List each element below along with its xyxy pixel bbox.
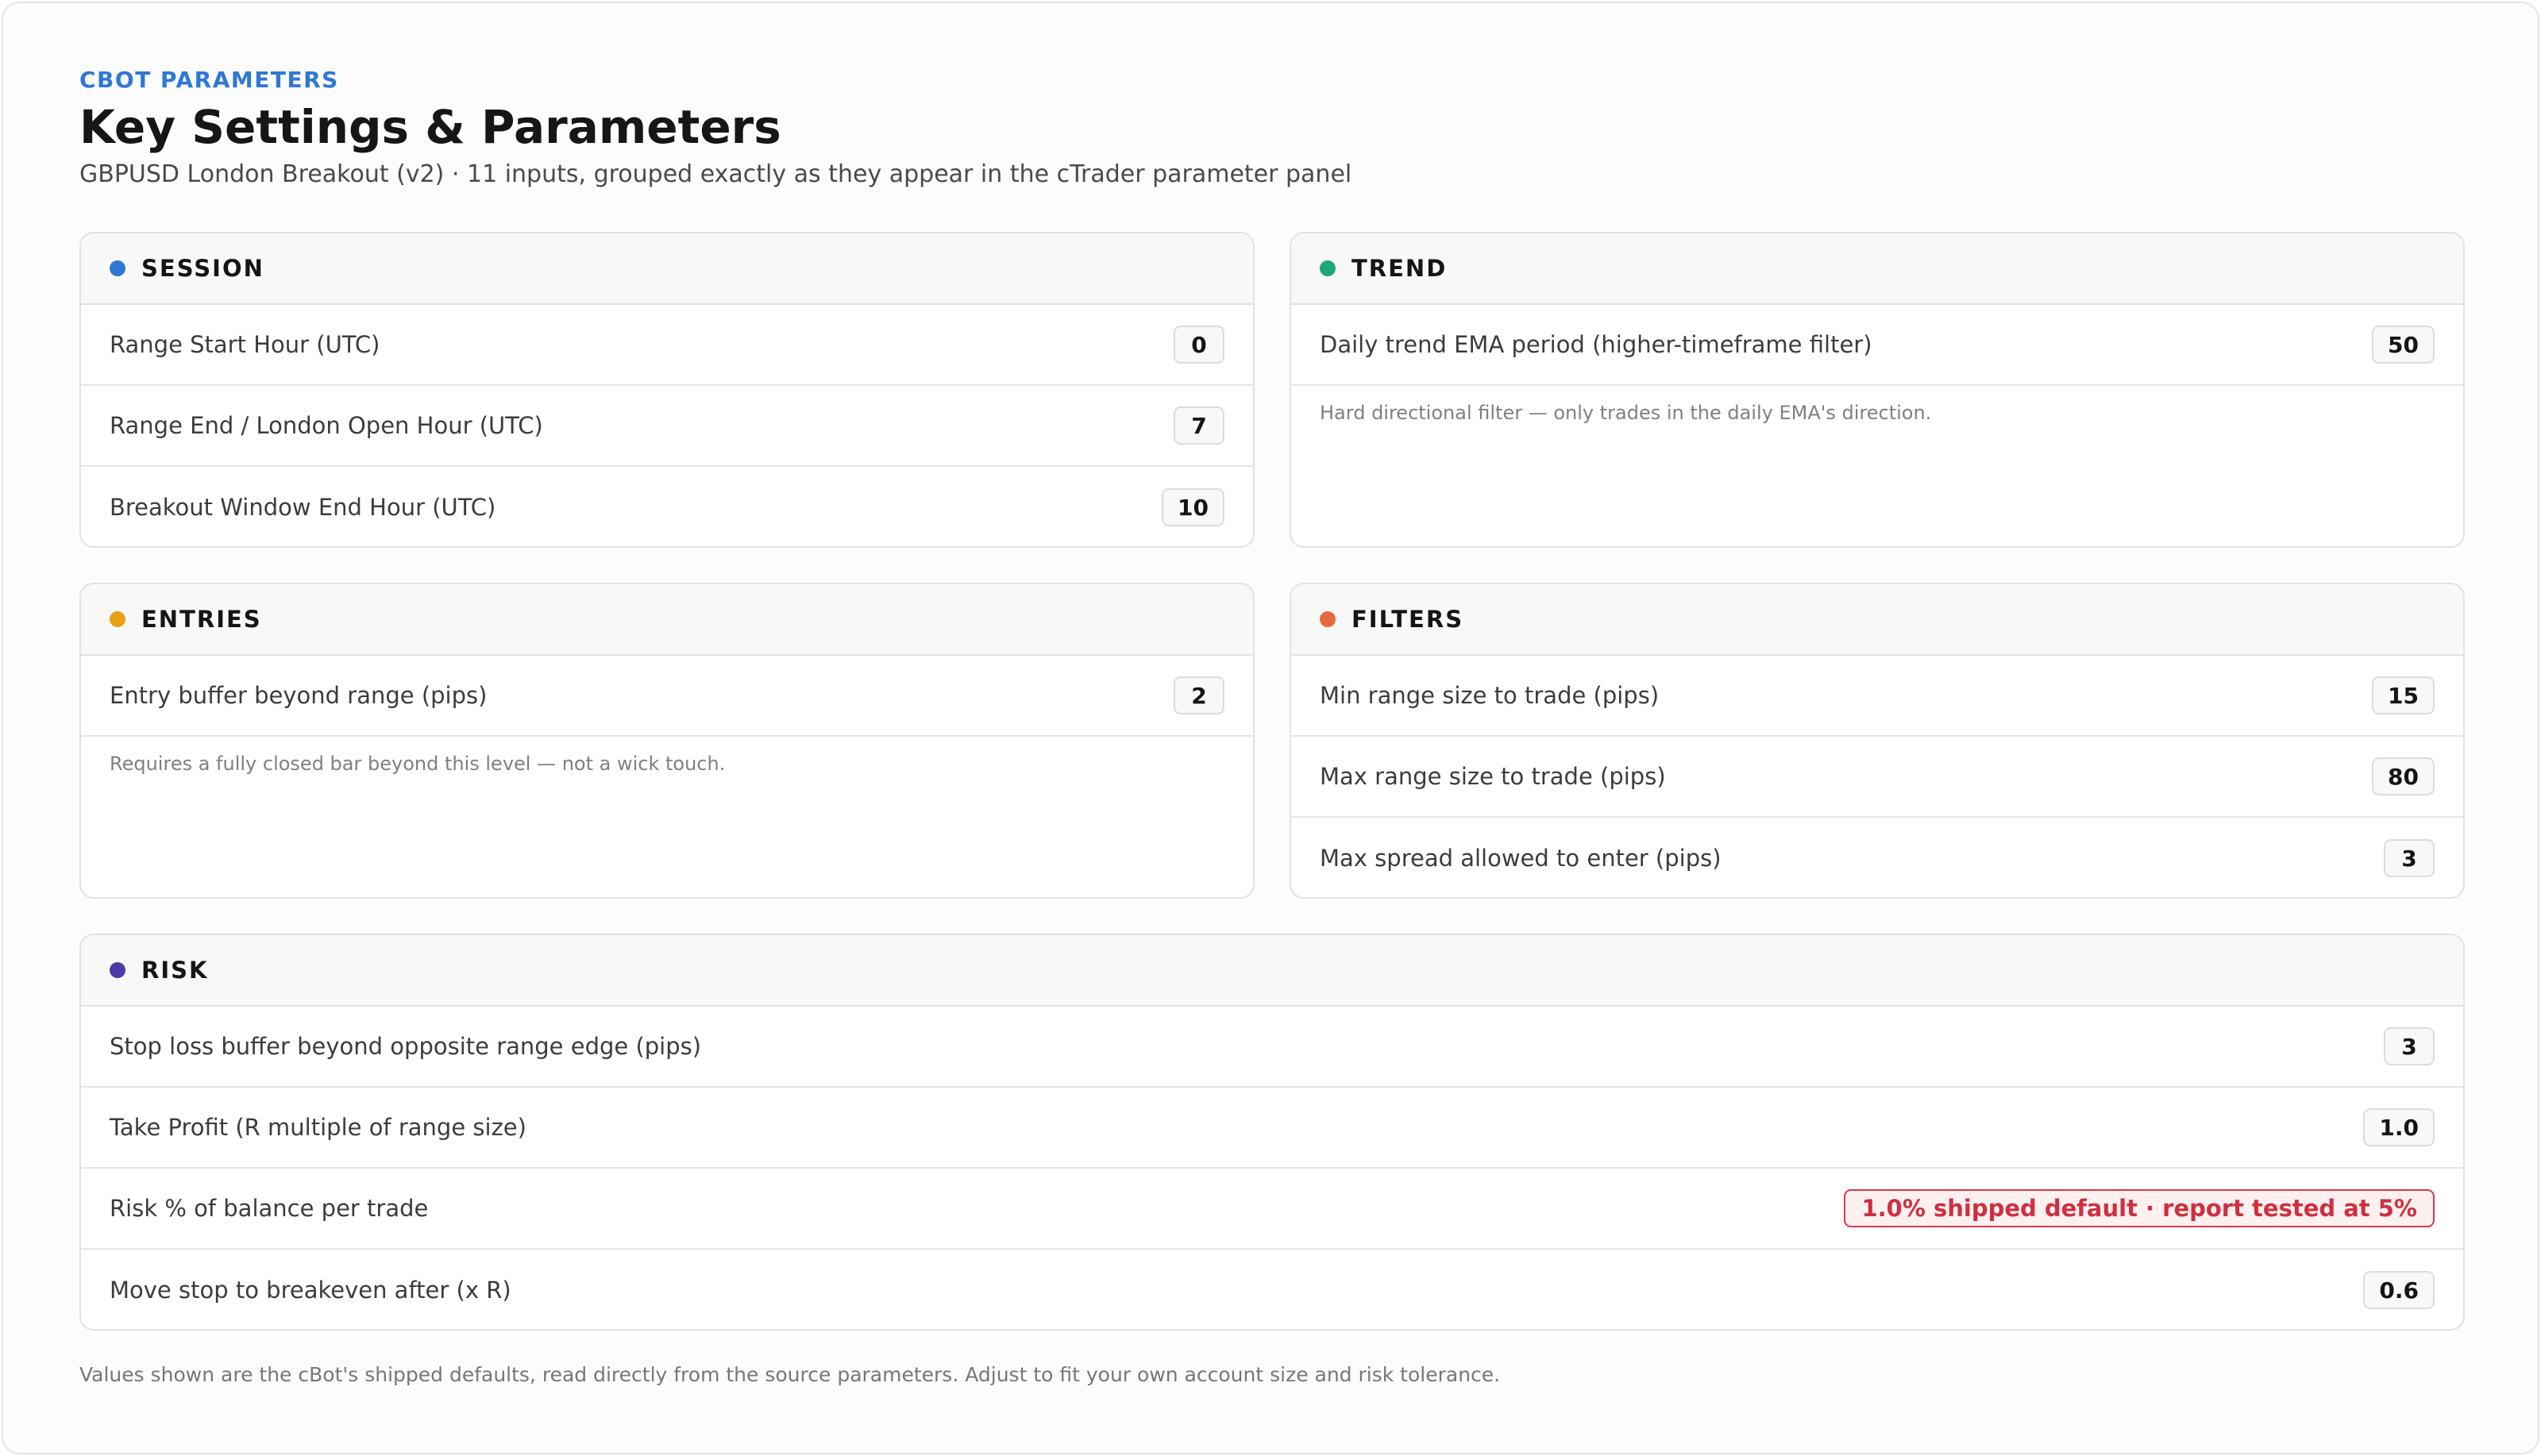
entries-dot-icon [110, 611, 125, 627]
trend-card-title: TREND [1351, 255, 1448, 282]
param-row-risk-percent: Risk % of balance per trade 1.0% shipped… [81, 1169, 2463, 1250]
session-card-title: SESSION [141, 255, 264, 282]
param-label: Range End / London Open Hour (UTC) [110, 412, 543, 439]
param-row-max-range-size: Max range size to trade (pips) 80 [1291, 737, 2463, 818]
session-dot-icon [110, 260, 125, 276]
entries-card-title: ENTRIES [141, 606, 262, 633]
app-frame: CBOT PARAMETERS Key Settings & Parameter… [2, 2, 2539, 1454]
param-value: 80 [2372, 757, 2435, 795]
eyebrow-label: CBOT PARAMETERS [79, 67, 339, 93]
param-value: 3 [2384, 1027, 2435, 1065]
param-value: 10 [1162, 488, 1224, 526]
param-value: 0 [1174, 325, 1224, 364]
param-label: Risk % of balance per trade [110, 1195, 429, 1222]
param-value: 3 [2384, 839, 2435, 877]
filters-card-title: FILTERS [1351, 606, 1464, 633]
param-label: Move stop to breakeven after (x R) [110, 1277, 511, 1304]
trend-card-header: TREND [1291, 233, 2463, 305]
session-card: SESSION Range Start Hour (UTC) 0 Range E… [79, 232, 1255, 548]
param-label: Max spread allowed to enter (pips) [1320, 845, 1722, 872]
param-label: Breakout Window End Hour (UTC) [110, 494, 496, 521]
session-card-header: SESSION [81, 233, 1253, 305]
param-label: Range Start Hour (UTC) [110, 331, 380, 358]
param-value: 0.6 [2363, 1271, 2435, 1309]
param-row-breakout-window-end: Breakout Window End Hour (UTC) 10 [81, 467, 1253, 546]
filters-dot-icon [1320, 611, 1336, 627]
param-row-daily-trend-ema: Daily trend EMA period (higher-timeframe… [1291, 305, 2463, 386]
page-title: Key Settings & Parameters [79, 100, 781, 154]
param-row-entry-buffer: Entry buffer beyond range (pips) 2 [81, 656, 1253, 737]
param-label: Min range size to trade (pips) [1320, 682, 1660, 709]
risk-card-title: RISK [141, 957, 209, 984]
param-value: 2 [1174, 676, 1224, 715]
param-row-take-profit: Take Profit (R multiple of range size) 1… [81, 1088, 2463, 1169]
param-row-max-spread: Max spread allowed to enter (pips) 3 [1291, 818, 2463, 897]
param-row-breakeven: Move stop to breakeven after (x R) 0.6 [81, 1250, 2463, 1329]
entries-note: Requires a fully closed bar beyond this … [110, 753, 726, 775]
param-row-stop-loss-buffer: Stop loss buffer beyond opposite range e… [81, 1007, 2463, 1088]
entries-card: ENTRIES Entry buffer beyond range (pips)… [79, 583, 1255, 899]
param-label: Stop loss buffer beyond opposite range e… [110, 1033, 702, 1060]
entries-card-header: ENTRIES [81, 584, 1253, 656]
param-value: 1.0 [2363, 1108, 2435, 1146]
param-row-min-range-size: Min range size to trade (pips) 15 [1291, 656, 2463, 737]
page-subtitle: GBPUSD London Breakout (v2) · 11 inputs,… [79, 160, 1352, 188]
risk-dot-icon [110, 962, 125, 978]
param-value: 15 [2372, 676, 2435, 715]
trend-dot-icon [1320, 260, 1336, 276]
param-row-range-start-hour: Range Start Hour (UTC) 0 [81, 305, 1253, 386]
risk-card: RISK Stop loss buffer beyond opposite ra… [79, 934, 2465, 1331]
param-label: Entry buffer beyond range (pips) [110, 682, 488, 709]
param-label: Daily trend EMA period (higher-timeframe… [1320, 331, 1872, 358]
param-label: Max range size to trade (pips) [1320, 763, 1666, 790]
trend-note: Hard directional filter — only trades in… [1320, 402, 1932, 424]
param-label: Take Profit (R multiple of range size) [110, 1114, 526, 1141]
filters-card: FILTERS Min range size to trade (pips) 1… [1290, 583, 2465, 899]
risk-warning-badge: 1.0% shipped default · report tested at … [1844, 1189, 2435, 1227]
param-row-range-end-hour: Range End / London Open Hour (UTC) 7 [81, 386, 1253, 467]
footnote: Values shown are the cBot's shipped defa… [79, 1363, 1501, 1386]
filters-card-header: FILTERS [1291, 584, 2463, 656]
risk-card-header: RISK [81, 935, 2463, 1007]
param-value: 50 [2372, 325, 2435, 364]
param-value: 7 [1174, 406, 1224, 445]
trend-card: TREND Daily trend EMA period (higher-tim… [1290, 232, 2465, 548]
